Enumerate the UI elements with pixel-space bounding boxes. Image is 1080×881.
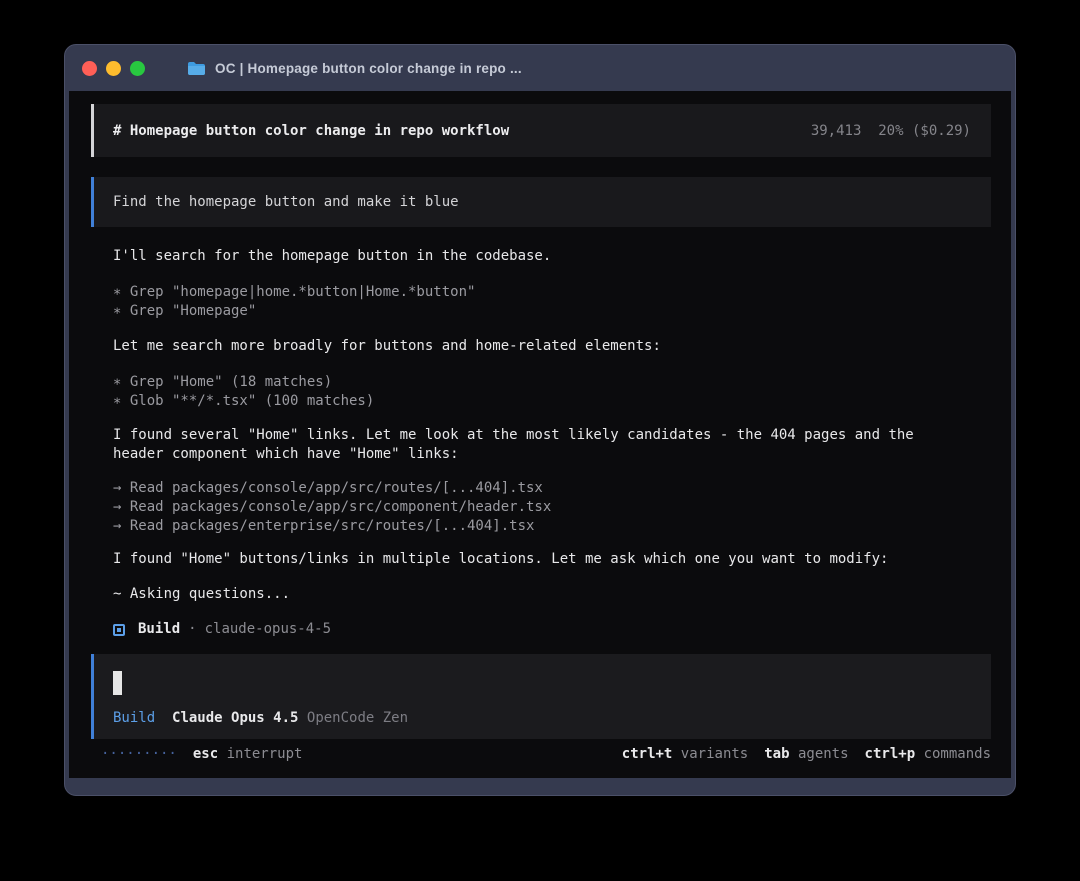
title-group: OC | Homepage button color change in rep… [187, 61, 522, 76]
tool-call: → Read packages/enterprise/src/routes/[.… [113, 517, 991, 536]
folder-icon [187, 61, 206, 76]
tool-call: → Read packages/console/app/src/routes/[… [113, 479, 991, 498]
session-stats: 39,413 20% ($0.29) [811, 123, 971, 139]
tool-call: ∗ Grep "Homepage" [113, 302, 991, 321]
assistant-text: Let me search more broadly for buttons a… [113, 337, 991, 356]
right-hints: ctrl+t variants tab agents ctrl+p comman… [622, 746, 991, 762]
zoom-button[interactable] [130, 61, 145, 76]
prompt-mode: Build [113, 710, 155, 726]
tool-call: ∗ Grep "Home" (18 matches) [113, 373, 991, 392]
window-title: OC | Homepage button color change in rep… [215, 61, 522, 76]
assistant-text: I found several "Home" links. Let me loo… [113, 426, 991, 464]
titlebar[interactable]: OC | Homepage button color change in rep… [65, 45, 1015, 91]
tool-call-group: ∗ Grep "Home" (18 matches) ∗ Glob "**/*.… [113, 373, 991, 411]
text-cursor [113, 671, 122, 695]
user-message: Find the homepage button and make it blu… [91, 177, 991, 227]
asking-status: ~ Asking questions... [113, 585, 991, 604]
spinner-dots: ········· [101, 746, 177, 762]
agent-status-row: Build · claude-opus-4-5 [113, 620, 991, 639]
hint-variants: ctrl+t variants [622, 746, 748, 762]
minimize-button[interactable] [106, 61, 121, 76]
hint-agents: tab agents [764, 746, 848, 762]
agent-model: claude-opus-4-5 [205, 620, 331, 639]
agent-icon [113, 624, 125, 636]
tool-call-group: ∗ Grep "homepage|home.*button|Home.*butt… [113, 283, 991, 321]
session-title: # Homepage button color change in repo w… [113, 123, 509, 139]
prompt-meta: Build Claude Opus 4.5 OpenCode Zen [113, 710, 991, 726]
context-percent: 20% [878, 123, 903, 139]
status-bar: ········· esc interrupt ctrl+t variants … [101, 746, 991, 762]
tool-call: → Read packages/console/app/src/componen… [113, 498, 991, 517]
tool-call-group: → Read packages/console/app/src/routes/[… [113, 479, 991, 536]
prompt-model: Claude Opus 4.5 [172, 710, 298, 726]
tool-call: ∗ Glob "**/*.tsx" (100 matches) [113, 392, 991, 411]
agent-separator: · [188, 620, 196, 639]
assistant-text: I found "Home" buttons/links in multiple… [113, 550, 991, 569]
terminal-window: OC | Homepage button color change in rep… [64, 44, 1016, 796]
user-message-text: Find the homepage button and make it blu… [113, 194, 459, 210]
agent-name: Build [138, 620, 180, 639]
terminal-content: # Homepage button color change in repo w… [69, 91, 1011, 778]
session-header: # Homepage button color change in repo w… [91, 104, 991, 157]
assistant-response: I'll search for the homepage button in t… [113, 247, 991, 639]
tool-call: ∗ Grep "homepage|home.*button|Home.*butt… [113, 283, 991, 302]
hint-interrupt: esc interrupt [193, 746, 303, 762]
assistant-text: I'll search for the homepage button in t… [113, 247, 991, 266]
prompt-input[interactable]: Build Claude Opus 4.5 OpenCode Zen [91, 654, 991, 739]
close-button[interactable] [82, 61, 97, 76]
token-count: 39,413 [811, 123, 862, 139]
prompt-provider: OpenCode Zen [307, 710, 408, 726]
session-cost: ($0.29) [912, 123, 971, 139]
window-controls [82, 61, 145, 76]
hint-commands: ctrl+p commands [865, 746, 991, 762]
